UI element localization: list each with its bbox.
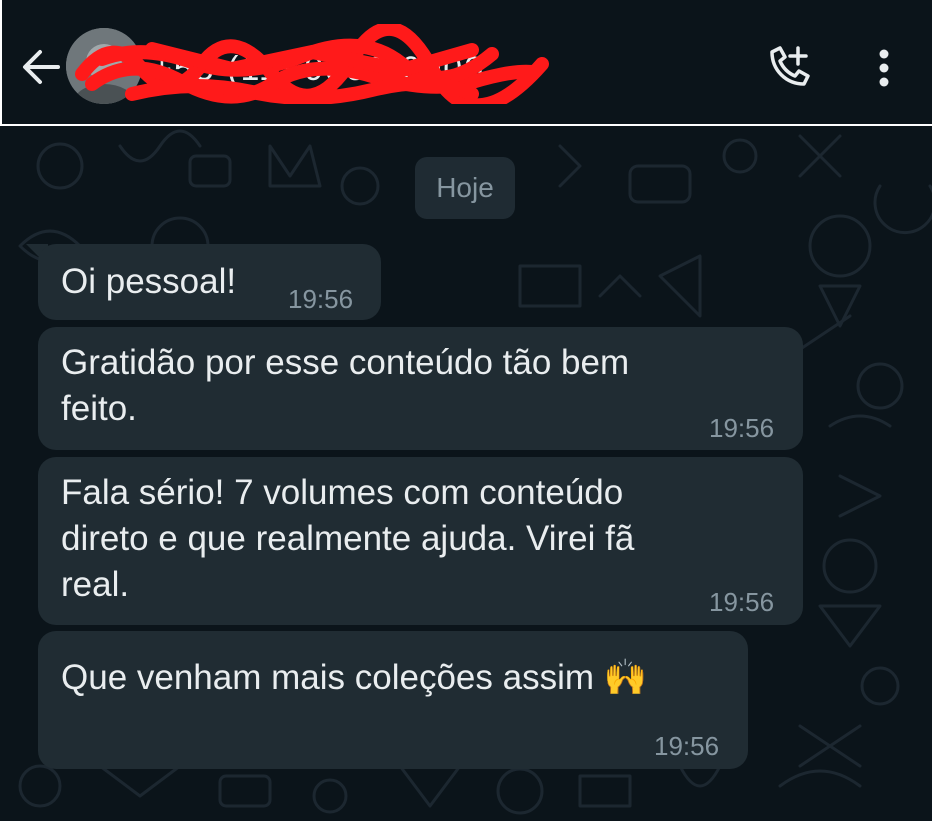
message-time: 19:56 — [654, 731, 720, 761]
arrow-back-icon[interactable] — [20, 46, 62, 88]
date-separator: Hoje — [415, 157, 515, 219]
add-call-icon[interactable] — [764, 44, 812, 92]
name-redaction-scribble — [75, 24, 549, 104]
message-text: Gratidão por esse conteúdo tão bem feito… — [61, 343, 630, 428]
message-time: 19:56 — [709, 413, 775, 443]
header-divider — [0, 124, 932, 126]
message-bubble[interactable]: Gratidão por esse conteúdo tão bem feito… — [38, 327, 803, 450]
chat-header: +55 (11) 9856-0000 — [0, 0, 932, 126]
message-bubble[interactable]: Fala sério! 7 volumes com conteúdo diret… — [38, 457, 803, 625]
message-text: Oi pessoal! — [61, 262, 237, 301]
message-text: Fala sério! 7 volumes com conteúdo diret… — [61, 473, 635, 604]
message-time: 19:56 — [288, 284, 354, 314]
message-text: Que venham mais coleções assim 🙌 — [61, 658, 648, 697]
message-time: 19:56 — [709, 587, 775, 617]
message-bubble[interactable]: Que venham mais coleções assim 🙌 19:56 — [38, 631, 748, 769]
message-bubble[interactable]: Oi pessoal! 19:56 — [38, 244, 381, 320]
more-vert-icon[interactable] — [864, 44, 904, 92]
